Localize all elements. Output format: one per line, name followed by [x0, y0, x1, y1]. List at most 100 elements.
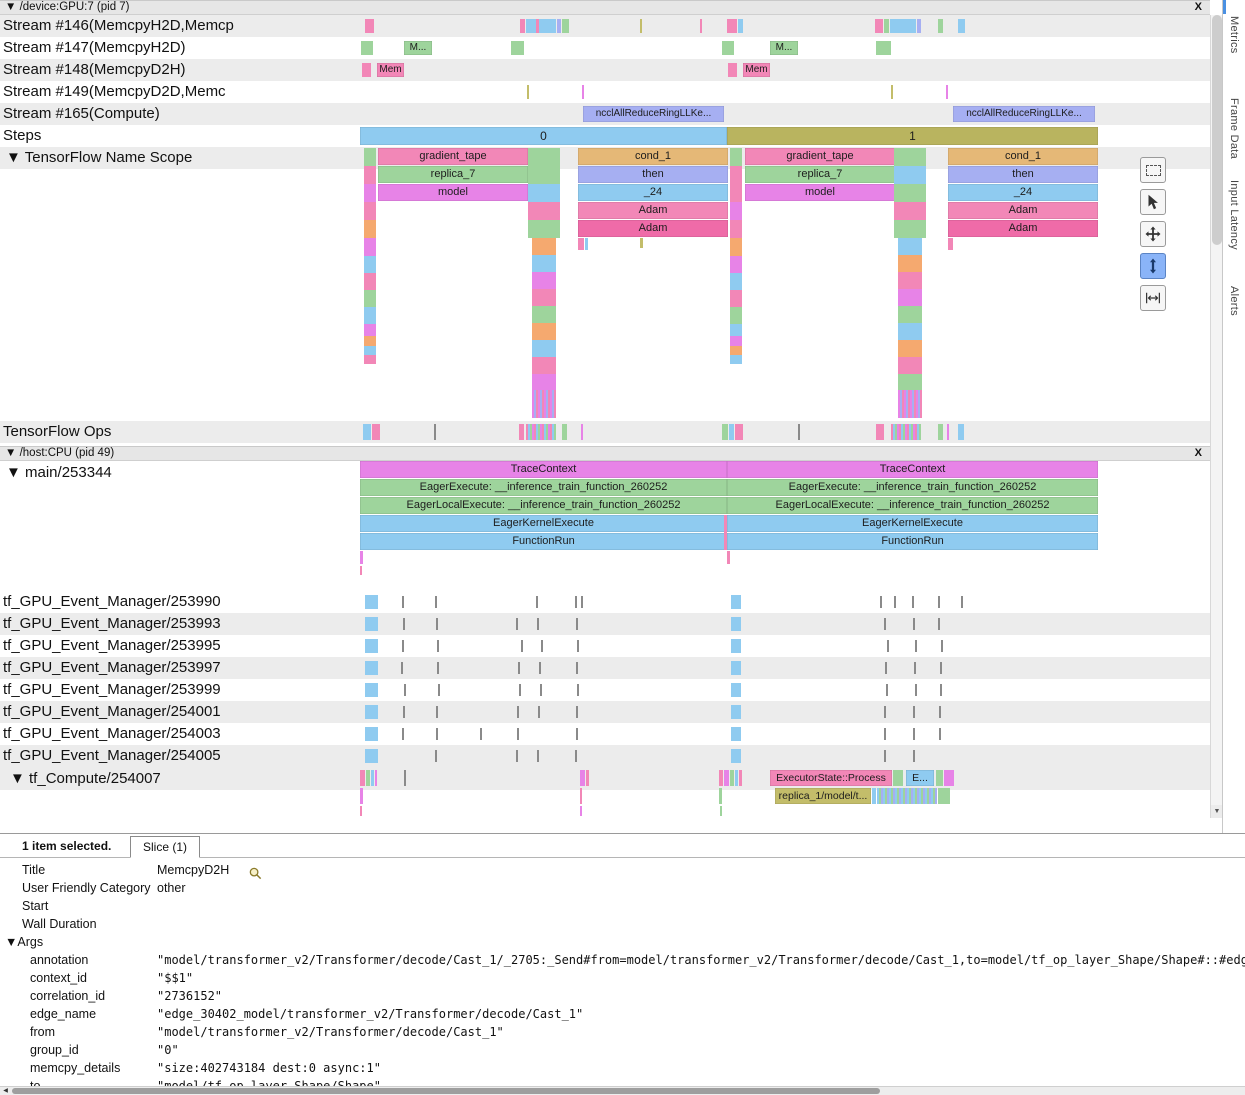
trace-event-executorstate-process[interactable]: ExecutorState::Process [770, 770, 892, 786]
trace-event[interactable] [719, 770, 723, 786]
trace-event[interactable] [576, 618, 578, 630]
trace-event[interactable] [576, 728, 578, 740]
trace-event[interactable] [876, 424, 884, 440]
trace-event[interactable] [894, 148, 926, 166]
trace-event-adam[interactable]: Adam [578, 202, 728, 219]
trace-event[interactable] [540, 684, 542, 696]
trace-event[interactable] [730, 273, 742, 290]
trace-event[interactable] [437, 640, 439, 652]
trace-event[interactable] [958, 19, 965, 33]
trace-event[interactable] [731, 639, 741, 653]
trace-event[interactable] [730, 166, 742, 184]
trace-event[interactable] [730, 238, 742, 256]
host-section-title[interactable]: ▼ /host:CPU (pid 49) [5, 447, 114, 459]
vertical-scrollbar-thumb[interactable] [1212, 15, 1222, 245]
trace-event[interactable] [532, 255, 556, 272]
trace-event[interactable] [528, 148, 560, 166]
trace-event[interactable] [898, 272, 922, 289]
trace-event[interactable] [365, 749, 378, 763]
trace-event[interactable] [730, 770, 734, 786]
close-host-section-button[interactable]: X [1195, 447, 1202, 460]
tab-metrics[interactable]: Metrics [1228, 16, 1240, 54]
trace-event[interactable] [575, 750, 577, 762]
trace-event[interactable] [364, 355, 376, 364]
trace-event-eagerkernelexecute[interactable]: EagerKernelExecute [360, 515, 727, 532]
trace-event[interactable] [364, 324, 376, 336]
trace-event[interactable] [365, 661, 378, 675]
trace-event[interactable] [731, 595, 741, 609]
trace-event[interactable] [876, 41, 891, 55]
trace-event[interactable] [366, 770, 370, 786]
trace-event[interactable] [580, 806, 582, 816]
trace-event[interactable] [891, 424, 921, 440]
trace-event[interactable] [539, 662, 541, 674]
trace-event[interactable] [891, 85, 893, 99]
trace-event-ncclallreduceringllke[interactable]: ncclAllReduceRingLLKe... [953, 106, 1095, 122]
trace-event[interactable] [365, 595, 378, 609]
trace-event[interactable] [402, 596, 404, 608]
trace-event[interactable] [898, 390, 922, 418]
trace-event[interactable] [724, 770, 729, 786]
trace-event[interactable] [730, 148, 742, 166]
trace-event[interactable] [875, 19, 883, 33]
close-device-section-button[interactable]: X [1195, 1, 1202, 14]
selection-marquee-button[interactable] [1140, 157, 1166, 183]
tab-input-latency[interactable]: Input Latency [1228, 180, 1240, 250]
pan-tool-button[interactable] [1140, 221, 1166, 247]
vertical-scrollbar[interactable]: ▼ [1210, 15, 1222, 818]
trace-event[interactable] [532, 306, 556, 323]
trace-event[interactable] [365, 19, 374, 33]
device-section-header[interactable]: ▼ /device:GPU:7 (pid 7) X [0, 0, 1210, 15]
trace-event[interactable] [884, 750, 886, 762]
trace-event[interactable] [532, 390, 556, 418]
trace-event-gradient-tape[interactable]: gradient_tape [745, 148, 895, 165]
trace-event[interactable] [728, 63, 737, 77]
trace-event[interactable] [947, 424, 949, 440]
trace-event-model[interactable]: model [745, 184, 895, 201]
trace-event[interactable] [735, 770, 738, 786]
trace-event[interactable] [528, 166, 560, 184]
trace-event[interactable] [582, 85, 584, 99]
trace-event[interactable] [363, 424, 371, 440]
trace-event[interactable] [894, 202, 926, 220]
trace-event[interactable] [940, 662, 942, 674]
trace-event[interactable] [941, 640, 943, 652]
trace-event[interactable] [364, 336, 376, 346]
trace-event-e[interactable]: E... [906, 770, 934, 786]
trace-event[interactable] [516, 750, 518, 762]
trace-event[interactable] [884, 19, 889, 33]
trace-event[interactable] [532, 272, 556, 289]
tab-slice[interactable]: Slice (1) [130, 836, 200, 858]
trace-event-replica-7[interactable]: replica_7 [745, 166, 895, 183]
trace-event[interactable] [526, 424, 556, 440]
trace-event[interactable] [894, 166, 926, 184]
trace-event[interactable] [730, 355, 742, 364]
trace-event[interactable] [536, 19, 539, 33]
trace-event[interactable] [640, 19, 642, 33]
trace-event[interactable] [580, 788, 582, 804]
trace-event[interactable] [364, 202, 376, 220]
trace-event[interactable] [532, 357, 556, 374]
trace-event[interactable] [401, 662, 403, 674]
trace-event[interactable] [884, 728, 886, 740]
trace-event[interactable] [946, 85, 948, 99]
timing-tool-button[interactable] [1140, 285, 1166, 311]
tab-frame-data[interactable]: Frame Data [1228, 98, 1240, 159]
trace-event[interactable] [880, 596, 882, 608]
trace-event[interactable] [731, 661, 741, 675]
trace-event[interactable] [914, 662, 916, 674]
trace-event[interactable] [913, 706, 915, 718]
trace-event[interactable] [365, 705, 378, 719]
trace-event[interactable] [727, 551, 730, 564]
trace-event-eagerkernelexecute[interactable]: EagerKernelExecute [727, 515, 1098, 532]
trace-event[interactable] [360, 770, 365, 786]
trace-event[interactable] [436, 618, 438, 630]
trace-event[interactable] [939, 706, 941, 718]
row-label-main-253344[interactable]: ▼ main/253344 [0, 461, 248, 591]
trace-event-adam[interactable]: Adam [948, 202, 1098, 219]
trace-event-24[interactable]: _24 [948, 184, 1098, 201]
trace-event[interactable] [578, 238, 584, 250]
pointer-tool-button[interactable] [1140, 189, 1166, 215]
trace-event[interactable] [735, 424, 743, 440]
trace-event[interactable] [434, 424, 436, 440]
